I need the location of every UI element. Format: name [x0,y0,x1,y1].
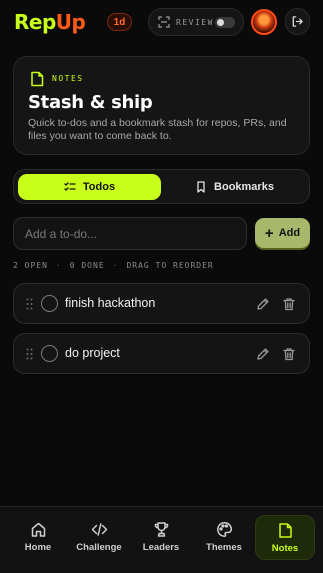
app-logo[interactable]: RepUp [14,10,86,34]
nav-notes[interactable]: Notes [255,515,315,560]
avatar[interactable] [251,9,277,35]
notes-eyebrow: NOTES [52,74,84,83]
bottom-nav: Home Challenge Leaders Themes Notes [0,506,323,573]
logo-text-rep: Rep [14,10,56,34]
logo-text-up: Up [55,10,86,34]
trash-icon[interactable] [282,297,296,311]
nav-challenge[interactable]: Challenge [69,515,129,560]
streak-badge: 1d [107,13,132,31]
notes-tabs: Todos Bookmarks [13,169,310,204]
note-icon [31,71,44,87]
checklist-icon [64,182,76,191]
logout-icon [292,16,303,27]
drag-handle-icon[interactable] [26,348,33,360]
nav-themes[interactable]: Themes [194,515,254,560]
stats-separator: · [112,261,119,270]
switch-knob [217,19,224,26]
edit-icon[interactable] [256,347,270,361]
review-label: REVIEW [176,17,214,27]
add-todo-button[interactable]: + Add [255,218,310,248]
todo-checkbox[interactable] [41,295,58,312]
todo-text: do project [65,346,120,360]
trophy-icon [154,522,168,537]
page-title: Stash & ship [28,92,153,113]
plus-icon: + [264,224,274,242]
home-icon [31,522,45,537]
stats-separator: · [55,261,62,270]
todo-stats: 2 OPEN · 0 DONE · DRAG TO REORDER [13,261,214,273]
palette-icon [216,522,232,537]
nav-leaders[interactable]: Leaders [131,515,191,560]
nav-themes-label: Themes [206,542,242,553]
note-icon [278,523,292,538]
trash-icon[interactable] [282,347,296,361]
todo-text: finish hackathon [65,296,156,310]
nav-notes-label: Notes [271,543,299,554]
list-item: do project [13,333,310,374]
done-count: 0 DONE [69,261,105,270]
review-toggle[interactable]: REVIEW [148,8,244,36]
edit-icon[interactable] [256,297,270,311]
top-bar: RepUp 1d REVIEW [0,0,323,44]
scan-icon [158,16,170,28]
page-description: Quick to-dos and a bookmark stash for re… [28,117,287,142]
add-button-label: Add [278,227,301,239]
nav-home[interactable]: Home [8,515,68,560]
logout-button[interactable] [285,8,310,35]
notes-header-card: NOTES Stash & ship Quick to-dos and a bo… [13,56,310,155]
tab-todos[interactable]: Todos [18,174,161,200]
nav-home-label: Home [24,542,52,553]
tab-bookmarks[interactable]: Bookmarks [164,174,305,200]
todo-checkbox[interactable] [41,345,58,362]
tab-todos-label: Todos [82,181,116,193]
bookmark-icon [197,181,205,193]
todo-input[interactable] [13,217,247,250]
list-item: finish hackathon [13,283,310,324]
drag-handle-icon[interactable] [26,298,33,310]
nav-challenge-label: Challenge [76,542,122,553]
nav-leaders-label: Leaders [142,542,180,553]
tab-bookmarks-label: Bookmarks [214,181,274,193]
reorder-hint: DRAG TO REORDER [126,261,214,270]
code-icon [91,523,107,536]
open-count: 2 OPEN [13,261,48,270]
review-switch[interactable] [215,17,235,28]
